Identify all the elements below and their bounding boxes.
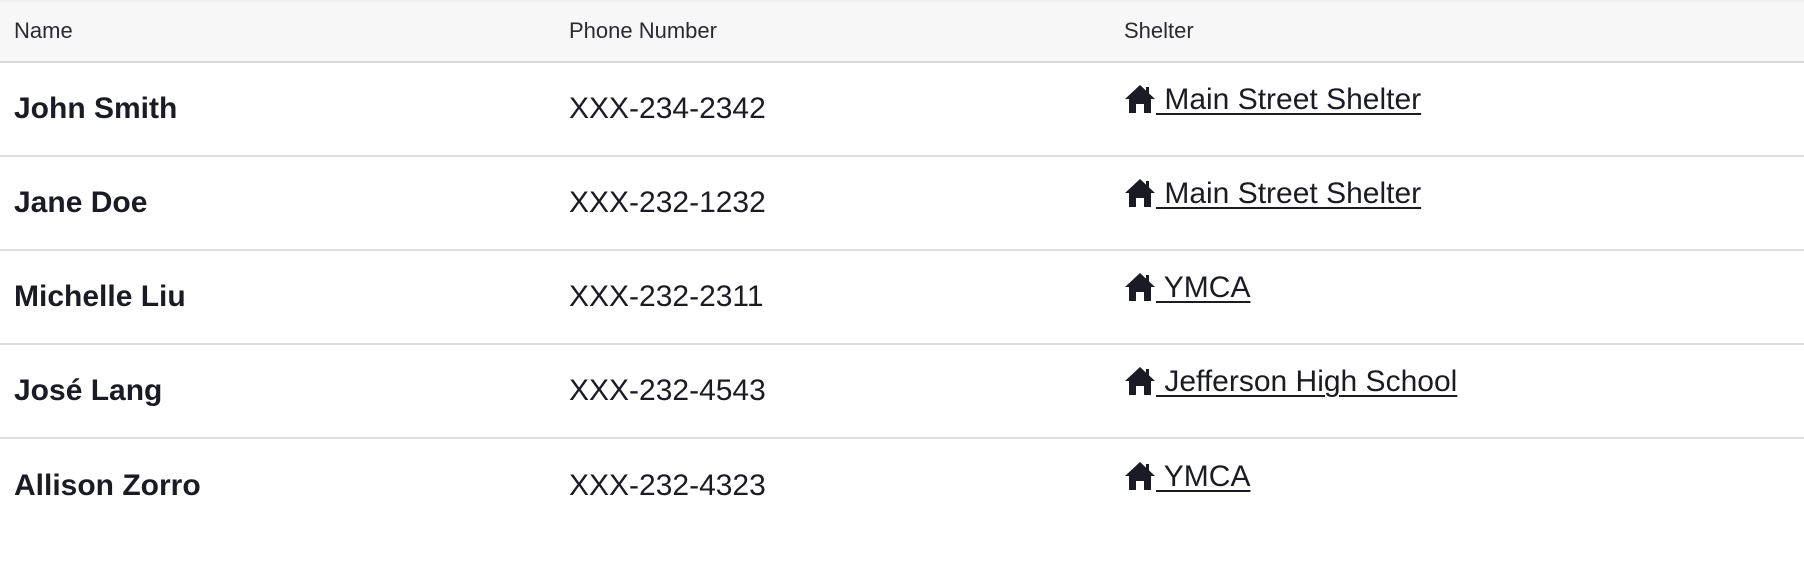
- home-icon: [1124, 272, 1156, 302]
- column-header-phone[interactable]: Phone Number: [555, 0, 1110, 62]
- phone-number: XXX-234-2342: [569, 92, 766, 125]
- phone-number: XXX-232-4543: [569, 374, 766, 407]
- home-icon: [1124, 84, 1156, 114]
- shelter-name[interactable]: YMCA: [1156, 460, 1251, 493]
- person-name: Allison Zorro: [14, 468, 201, 502]
- shelter-cell: YMCA: [1110, 438, 1804, 532]
- shelter-name[interactable]: Main Street Shelter: [1156, 178, 1421, 210]
- table-row: Jane Doe XXX-232-1232 Main Street Shelte…: [0, 156, 1804, 250]
- person-name: Michelle Liu: [14, 280, 186, 313]
- table-row: José Lang XXX-232-4543 Jefferson High Sc…: [0, 344, 1804, 438]
- shelter-cell: Main Street Shelter: [1110, 62, 1804, 156]
- home-icon: [1124, 461, 1156, 491]
- column-header-shelter[interactable]: Shelter: [1110, 0, 1804, 62]
- phone-number: XXX-232-2311: [569, 280, 764, 313]
- person-name: John Smith: [14, 92, 178, 125]
- shelter-link[interactable]: Main Street Shelter: [1124, 178, 1421, 210]
- home-icon: [1124, 366, 1156, 396]
- shelter-cell: Jefferson High School: [1110, 344, 1804, 438]
- home-icon: [1124, 178, 1156, 208]
- shelter-link[interactable]: YMCA: [1124, 460, 1251, 493]
- shelter-cell: Main Street Shelter: [1110, 156, 1804, 250]
- evacuee-table: Name Phone Number Shelter John Smith XXX…: [0, 0, 1804, 532]
- person-name: Jane Doe: [14, 186, 148, 219]
- shelter-link[interactable]: Jefferson High School: [1124, 366, 1457, 398]
- shelter-name[interactable]: Jefferson High School: [1156, 366, 1457, 398]
- table-row: Allison Zorro XXX-232-4323 YMCA: [0, 438, 1804, 532]
- shelter-name[interactable]: YMCA: [1156, 272, 1251, 304]
- shelter-cell: YMCA: [1110, 250, 1804, 344]
- table-header-row: Name Phone Number Shelter: [0, 0, 1804, 62]
- shelter-link[interactable]: Main Street Shelter: [1124, 84, 1421, 116]
- table-body: John Smith XXX-234-2342 Main Street Shel…: [0, 62, 1804, 532]
- shelter-name[interactable]: Main Street Shelter: [1156, 84, 1421, 116]
- shelter-link[interactable]: YMCA: [1124, 272, 1250, 304]
- table-header: Name Phone Number Shelter: [0, 0, 1804, 62]
- table-row: John Smith XXX-234-2342 Main Street Shel…: [0, 62, 1804, 156]
- table-row: Michelle Liu XXX-232-2311 YMCA: [0, 250, 1804, 344]
- phone-number: XXX-232-4323: [569, 468, 766, 502]
- phone-number: XXX-232-1232: [569, 186, 766, 219]
- person-name: José Lang: [14, 374, 163, 407]
- column-header-name[interactable]: Name: [0, 0, 555, 62]
